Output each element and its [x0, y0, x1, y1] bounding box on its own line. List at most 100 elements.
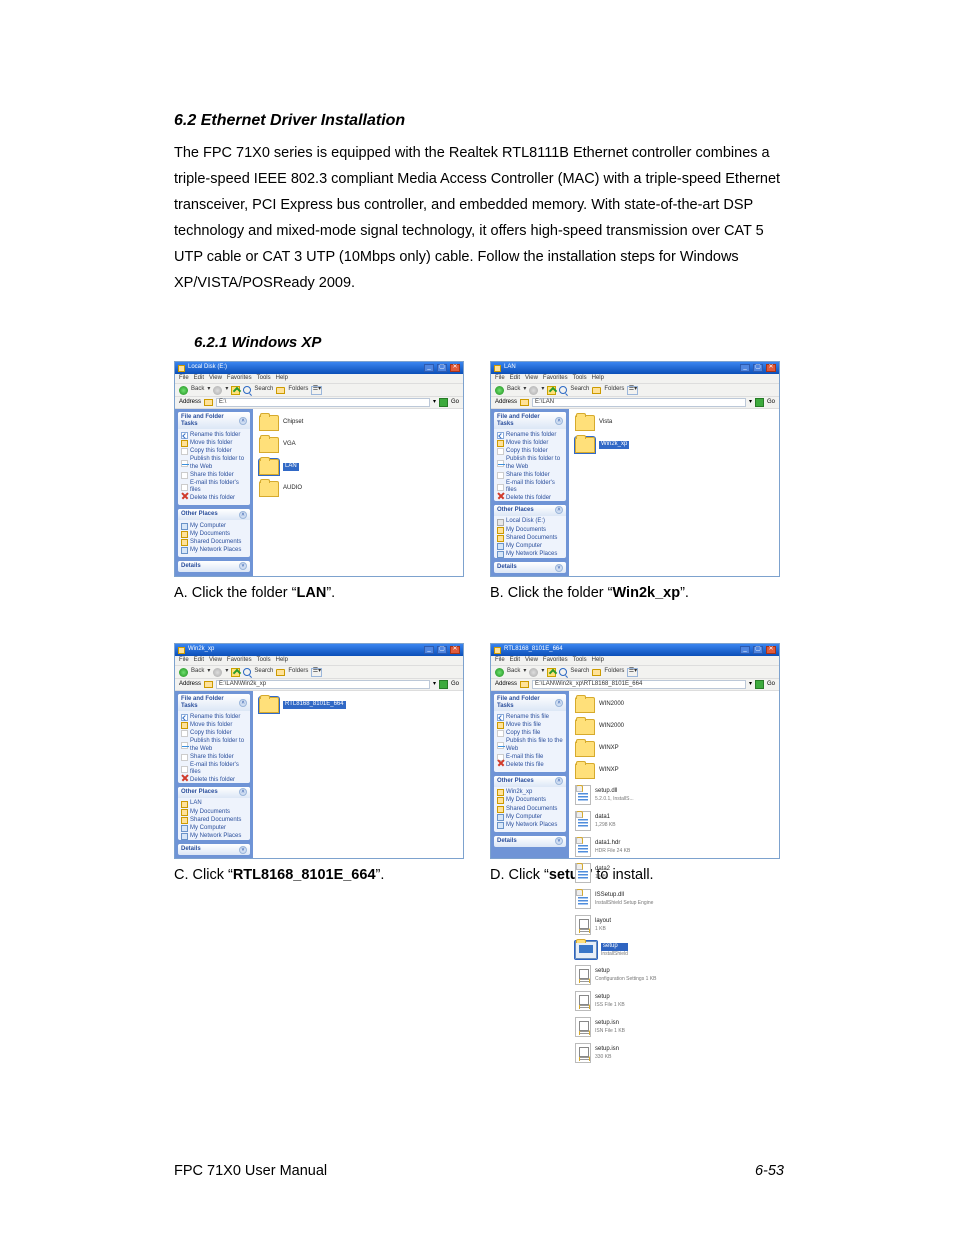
search-icon[interactable] — [559, 668, 567, 676]
task-item[interactable]: Copy this folder — [181, 730, 247, 738]
views-button[interactable]: ☰▾ — [311, 386, 322, 395]
place-item[interactable]: Local Disk (E:) — [497, 518, 563, 526]
address-input[interactable]: E:\LAN\Win2k_xp\RTL8168_8101E_664 — [532, 680, 746, 689]
task-item[interactable]: Rename this file — [497, 713, 563, 721]
menu-item[interactable]: Favorites — [543, 375, 568, 382]
menu-item[interactable]: Help — [592, 657, 604, 664]
place-item[interactable]: Shared Documents — [497, 534, 563, 542]
task-item[interactable]: Rename this folder — [181, 713, 247, 721]
chevron-down-icon[interactable]: ˅ — [555, 564, 563, 572]
place-item[interactable]: My Documents — [181, 530, 247, 538]
place-item[interactable]: My Computer — [181, 522, 247, 530]
chevron-up-icon[interactable]: ˄ — [555, 699, 563, 707]
place-item[interactable]: My Computer — [181, 825, 247, 833]
place-item[interactable]: My Documents — [181, 808, 247, 816]
content-pane[interactable]: Chipset VGA LAN AUDIO — [253, 409, 463, 576]
folders-label[interactable]: Folders — [288, 668, 308, 675]
chevron-up-icon[interactable]: ˄ — [239, 417, 247, 425]
task-item[interactable]: E-mail this folder's files — [497, 480, 563, 495]
place-item[interactable]: My Documents — [497, 526, 563, 534]
folders-icon[interactable] — [592, 669, 601, 676]
go-label[interactable]: Go — [451, 399, 459, 406]
content-pane[interactable]: WIN2000 WIN2000 WINXP WINXP — [569, 691, 779, 858]
back-icon[interactable] — [179, 386, 188, 395]
title-bar[interactable]: Win2k_xp _ ▢ ✕ — [175, 644, 463, 656]
task-item[interactable]: Publish this file to the Web — [497, 738, 563, 753]
title-bar[interactable]: RTL8168_8101E_664 _ ▢ ✕ — [491, 644, 779, 656]
content-item[interactable]: layout 1 KB — [575, 915, 669, 935]
place-item[interactable]: Shared Documents — [181, 538, 247, 546]
task-item[interactable]: Copy this folder — [497, 448, 563, 456]
folders-icon[interactable] — [592, 387, 601, 394]
task-item[interactable]: E-mail this folder's files — [181, 480, 247, 495]
chevron-up-icon[interactable]: ˄ — [239, 699, 247, 707]
minimize-button[interactable]: _ — [424, 646, 434, 654]
content-item[interactable]: setup.dll 5.2.0.1, InstallS... — [575, 785, 669, 805]
content-pane[interactable]: RTL8168_8101E_664 — [253, 691, 463, 858]
content-item[interactable]: setup.isn ISN File 1 KB — [575, 1017, 669, 1037]
menu-item[interactable]: Favorites — [543, 657, 568, 664]
back-icon[interactable] — [495, 668, 504, 677]
task-item[interactable]: Publish this folder to the Web — [181, 456, 247, 471]
back-label[interactable]: Back — [507, 386, 520, 393]
menu-item[interactable]: Favorites — [227, 657, 252, 664]
content-item[interactable]: setup ISS File 1 KB — [575, 991, 669, 1011]
content-item[interactable]: data1.hdr HDR File 24 KB — [575, 837, 669, 857]
forward-icon[interactable] — [213, 386, 222, 395]
task-item[interactable]: Share this folder — [181, 471, 247, 479]
content-item[interactable]: Chipset — [259, 415, 353, 431]
back-icon[interactable] — [179, 668, 188, 677]
views-button[interactable]: ☰▾ — [311, 668, 322, 677]
menu-item[interactable]: Edit — [194, 657, 204, 664]
task-item[interactable]: Delete this folder — [181, 777, 247, 783]
chevron-down-icon[interactable]: ˅ — [239, 846, 247, 854]
content-item[interactable]: RTL8168_8101E_664 — [259, 697, 353, 713]
close-button[interactable]: ✕ — [450, 646, 460, 654]
place-item[interactable]: My Network Places — [181, 547, 247, 555]
place-item[interactable]: My Documents — [497, 797, 563, 805]
maximize-button[interactable]: ▢ — [753, 646, 763, 654]
content-item[interactable]: WIN2000 — [575, 719, 669, 735]
folders-icon[interactable] — [276, 387, 285, 394]
task-item[interactable]: Publish this folder to the Web — [497, 456, 563, 471]
menu-item[interactable]: Edit — [510, 657, 520, 664]
up-icon[interactable] — [547, 386, 556, 395]
folders-label[interactable]: Folders — [604, 668, 624, 675]
task-item[interactable]: Delete this folder — [497, 495, 563, 501]
content-item[interactable]: setup Configuration Settings 1 KB — [575, 965, 669, 985]
task-item[interactable]: Move this folder — [181, 440, 247, 448]
content-item[interactable]: WINXP — [575, 741, 669, 757]
menu-item[interactable]: Edit — [510, 375, 520, 382]
task-item[interactable]: Rename this folder — [497, 431, 563, 439]
views-button[interactable]: ☰▾ — [627, 668, 638, 677]
content-item[interactable]: Win2k_xp — [575, 437, 669, 453]
back-label[interactable]: Back — [191, 668, 204, 675]
task-item[interactable]: E-mail this folder's files — [181, 762, 247, 777]
go-label[interactable]: Go — [451, 681, 459, 688]
task-item[interactable]: Delete this folder — [181, 495, 247, 503]
menu-item[interactable]: File — [495, 657, 505, 664]
place-item[interactable]: My Computer — [497, 813, 563, 821]
maximize-button[interactable]: ▢ — [437, 364, 447, 372]
go-label[interactable]: Go — [767, 399, 775, 406]
chevron-up-icon[interactable]: ˄ — [555, 506, 563, 514]
task-item[interactable]: Share this folder — [497, 471, 563, 479]
place-item[interactable]: LAN — [181, 800, 247, 808]
task-item[interactable]: Copy this file — [497, 730, 563, 738]
close-button[interactable]: ✕ — [766, 646, 776, 654]
menu-item[interactable]: File — [179, 657, 189, 664]
menu-item[interactable]: Tools — [257, 657, 271, 664]
task-item[interactable]: Share this folder — [181, 753, 247, 761]
menu-item[interactable]: Help — [276, 375, 288, 382]
minimize-button[interactable]: _ — [424, 364, 434, 372]
go-icon[interactable] — [439, 398, 448, 407]
folders-label[interactable]: Folders — [604, 386, 624, 393]
menu-item[interactable]: View — [209, 657, 222, 664]
content-pane[interactable]: Vista Win2k_xp — [569, 409, 779, 576]
task-item[interactable]: E-mail this file — [497, 753, 563, 761]
back-label[interactable]: Back — [507, 668, 520, 675]
close-button[interactable]: ✕ — [450, 364, 460, 372]
content-item[interactable]: ISSetup.dll InstallShield Setup Engine — [575, 889, 669, 909]
content-item[interactable]: WINXP — [575, 763, 669, 779]
maximize-button[interactable]: ▢ — [753, 364, 763, 372]
